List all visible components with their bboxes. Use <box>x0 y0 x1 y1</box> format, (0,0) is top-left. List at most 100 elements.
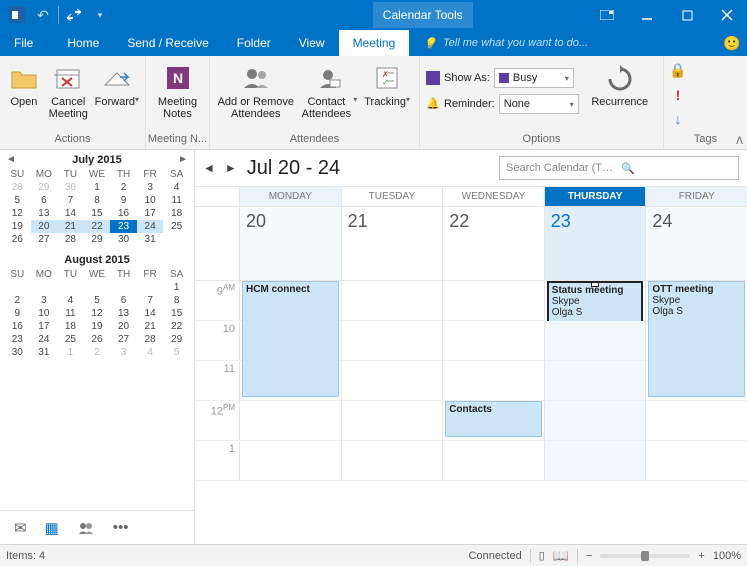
zoom-in-icon[interactable]: + <box>698 550 704 562</box>
mini-calendar-day[interactable]: 18 <box>163 207 190 220</box>
weekday-header[interactable]: MONDAY <box>239 187 341 206</box>
mini-calendar-day[interactable]: 31 <box>137 233 164 246</box>
mini-calendar-day[interactable]: 17 <box>31 320 58 333</box>
date-header[interactable]: 23 <box>544 207 646 280</box>
time-cell[interactable] <box>341 441 443 480</box>
mini-calendar-day[interactable]: 19 <box>4 220 31 233</box>
mini-calendar-day[interactable]: 12 <box>4 207 31 220</box>
mini-calendar-day[interactable]: 1 <box>84 181 111 194</box>
mini-calendar-day[interactable] <box>163 233 190 246</box>
tab-send-receive[interactable]: Send / Receive <box>113 30 222 56</box>
mini-calendar-day[interactable]: 21 <box>57 220 84 233</box>
collapse-ribbon-icon[interactable]: ᐱ <box>736 136 743 147</box>
mini-calendar-day[interactable] <box>137 281 164 294</box>
mini-calendar-day[interactable]: 4 <box>57 294 84 307</box>
mini-calendar-day[interactable]: 14 <box>57 207 84 220</box>
weekday-header[interactable]: TUESDAY <box>341 187 443 206</box>
time-cell[interactable] <box>544 441 646 480</box>
mini-calendar-day[interactable]: 10 <box>137 194 164 207</box>
time-cell[interactable] <box>341 361 443 400</box>
mini-calendar-july[interactable]: ◄July 2015► SUMOTUWETHFRSA28293012345678… <box>4 152 190 246</box>
mini-calendar-day[interactable]: 24 <box>137 220 164 233</box>
time-cell[interactable] <box>442 321 544 360</box>
weekday-header[interactable]: THURSDAY <box>544 187 646 206</box>
time-cell[interactable] <box>442 361 544 400</box>
qat-customize-icon[interactable]: ▾ <box>89 4 111 26</box>
qat-send-receive-icon[interactable] <box>63 4 85 26</box>
close-button[interactable] <box>707 0 747 30</box>
mini-calendar-day[interactable]: 4 <box>163 181 190 194</box>
people-nav-icon[interactable] <box>77 521 95 535</box>
mini-calendar-day[interactable]: 5 <box>84 294 111 307</box>
low-importance-icon[interactable]: ↓ <box>675 111 682 127</box>
mini-calendar-day[interactable] <box>4 281 31 294</box>
mini-calendar-day[interactable]: 23 <box>4 333 31 346</box>
view-normal-icon[interactable]: ▯ <box>539 549 545 562</box>
time-cell[interactable] <box>645 361 747 400</box>
time-cell[interactable]: HCM connect <box>239 281 341 320</box>
mini-calendar-day[interactable]: 27 <box>110 333 137 346</box>
time-cell[interactable] <box>239 401 341 440</box>
time-cell[interactable]: Contacts <box>442 401 544 440</box>
qat-outlook-icon[interactable] <box>6 4 28 26</box>
mini-calendar-day[interactable]: 13 <box>31 207 58 220</box>
meeting-notes-button[interactable]: N Meeting Notes <box>152 60 203 120</box>
date-header[interactable]: 20 <box>239 207 341 280</box>
mini-calendar-august[interactable]: August 2015 SUMOTUWETHFRSA12345678910111… <box>4 252 190 359</box>
mini-calendar-day[interactable]: 19 <box>84 320 111 333</box>
time-cell[interactable] <box>341 401 443 440</box>
time-cell[interactable] <box>239 441 341 480</box>
mini-calendar-day[interactable]: 6 <box>31 194 58 207</box>
mini-calendar-day[interactable]: 17 <box>137 207 164 220</box>
zoom-slider[interactable] <box>600 554 690 558</box>
mini-calendar-day[interactable]: 3 <box>31 294 58 307</box>
forward-button[interactable]: Forward ▾ <box>95 60 139 120</box>
reminder-select[interactable]: None ▾ <box>499 94 579 114</box>
mini-calendar-day[interactable]: 30 <box>57 181 84 194</box>
mini-calendar-day[interactable]: 26 <box>4 233 31 246</box>
time-cell[interactable] <box>645 441 747 480</box>
feedback-smile-icon[interactable]: 🙂 <box>717 30 747 56</box>
mini-calendar-day[interactable]: 1 <box>57 346 84 359</box>
mini-calendar-day[interactable]: 11 <box>57 307 84 320</box>
time-cell[interactable] <box>544 361 646 400</box>
mini-calendar-day[interactable]: 2 <box>110 181 137 194</box>
mini-calendar-day[interactable]: 30 <box>4 346 31 359</box>
mini-calendar-day[interactable]: 10 <box>31 307 58 320</box>
contact-attendees-button[interactable]: Contact Attendees ▾ <box>300 60 358 120</box>
mini-calendar-day[interactable]: 2 <box>4 294 31 307</box>
open-button[interactable]: Open <box>6 60 42 120</box>
ribbon-display-options-icon[interactable] <box>587 0 627 30</box>
mini-calendar-day[interactable]: 9 <box>4 307 31 320</box>
mini-calendar-day[interactable]: 2 <box>84 346 111 359</box>
mini-calendar-day[interactable]: 8 <box>163 294 190 307</box>
tracking-button[interactable]: ✗✓ Tracking ▾ <box>361 60 413 120</box>
mini-calendar-day[interactable] <box>31 281 58 294</box>
mini-calendar-day[interactable]: 18 <box>57 320 84 333</box>
tab-meeting[interactable]: Meeting <box>339 30 410 56</box>
minimize-button[interactable] <box>627 0 667 30</box>
private-lock-icon[interactable]: 🔒 <box>669 62 686 79</box>
mini-calendar-day[interactable]: 25 <box>163 220 190 233</box>
show-as-select[interactable]: Busy ▾ <box>494 68 574 88</box>
mini-calendar-day[interactable]: 20 <box>110 320 137 333</box>
mini-calendar-day[interactable]: 29 <box>31 181 58 194</box>
maximize-button[interactable] <box>667 0 707 30</box>
mini-calendar-day[interactable]: 28 <box>4 181 31 194</box>
cancel-meeting-button[interactable]: Cancel Meeting <box>46 60 91 120</box>
next-week-icon[interactable]: ► <box>225 161 237 175</box>
mini-calendar-day[interactable]: 5 <box>163 346 190 359</box>
prev-month-icon[interactable]: ◄ <box>6 154 16 165</box>
mini-calendar-day[interactable]: 22 <box>84 220 111 233</box>
mini-calendar-day[interactable]: 7 <box>137 294 164 307</box>
mini-calendar-day[interactable]: 22 <box>163 320 190 333</box>
date-header[interactable]: 24 <box>645 207 747 280</box>
mini-calendar-day[interactable]: 3 <box>137 181 164 194</box>
mini-calendar-day[interactable]: 11 <box>163 194 190 207</box>
qat-undo-icon[interactable]: ↶ <box>32 4 54 26</box>
mini-calendar-day[interactable]: 5 <box>4 194 31 207</box>
time-cell[interactable] <box>341 281 443 320</box>
time-cell[interactable] <box>544 321 646 360</box>
zoom-out-icon[interactable]: − <box>586 550 592 562</box>
time-cell[interactable]: Status meetingSkypeOlga S <box>544 281 646 320</box>
